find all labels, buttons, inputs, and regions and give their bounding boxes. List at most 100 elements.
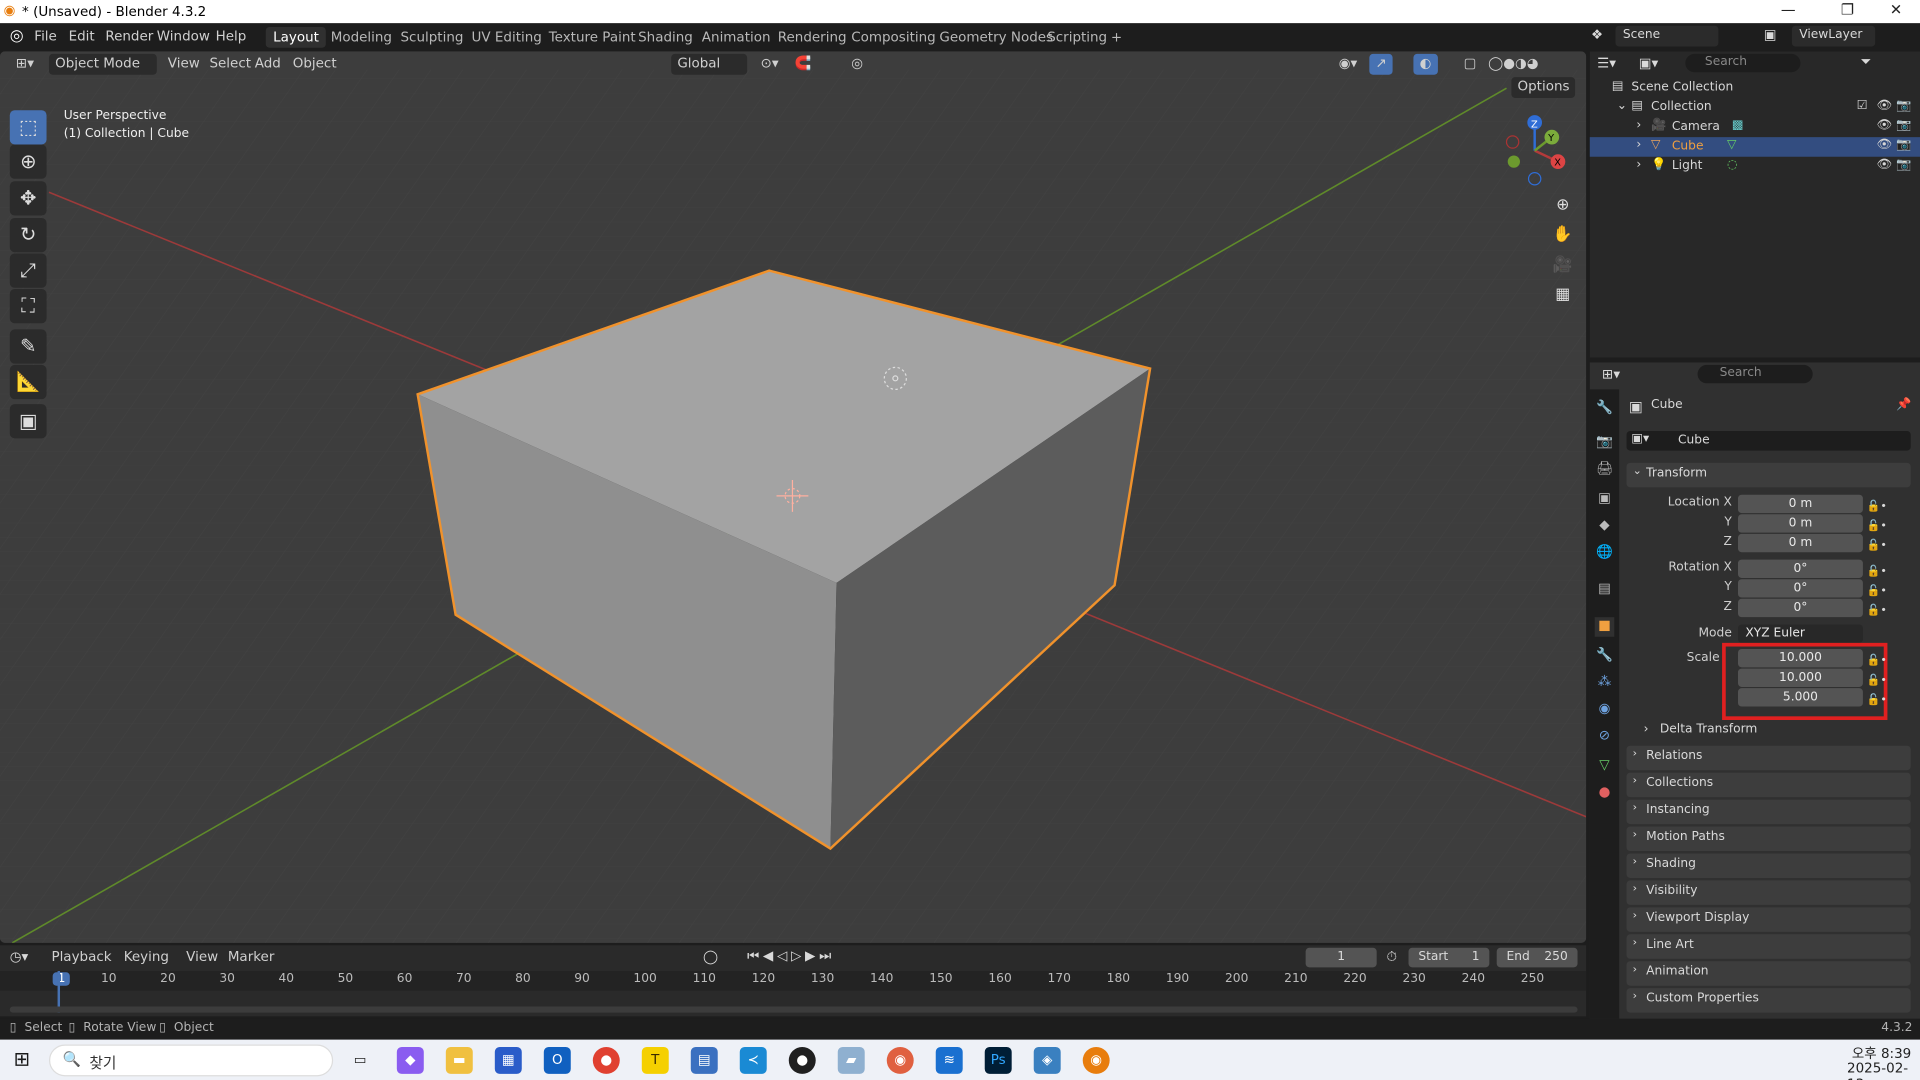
blender-taskbar-icon[interactable]: ◉ [1082, 1046, 1110, 1074]
auto-keying-icon[interactable]: ⏱ [1386, 949, 1397, 966]
add-menu[interactable]: Add [249, 54, 287, 75]
view-menu[interactable]: View [180, 948, 224, 969]
outlook-icon[interactable]: O [543, 1046, 571, 1074]
tab-compositing[interactable]: Compositing [844, 27, 943, 48]
pin-icon[interactable]: 📌 [1896, 398, 1911, 411]
file-explorer-icon[interactable]: ▬ [445, 1046, 473, 1074]
playback-controls-icon[interactable]: ⏮◀◁▷▶⏭ [747, 948, 835, 965]
end-frame-field[interactable]: End 250 [1496, 947, 1578, 968]
pivot-icon[interactable]: ⊙▾ [754, 54, 784, 75]
camera-render-icon[interactable]: 📷 [1896, 158, 1911, 171]
proportional-edit-icon[interactable]: ◎ [845, 54, 869, 75]
object-type-icon[interactable]: ▣▾ [1631, 432, 1649, 445]
location-x-field[interactable]: 0 m [1737, 494, 1863, 514]
move-tool-icon[interactable]: ✥ [9, 181, 47, 216]
zoom-icon[interactable]: ⊕ [1549, 192, 1576, 219]
lock-icons-rotation[interactable]: 🔓• 🔓• 🔓• [1867, 562, 1887, 621]
eye-icon[interactable]: 👁 [1876, 99, 1892, 112]
store-icon[interactable]: ▦ [494, 1046, 522, 1074]
taskbar-search[interactable]: 🔍 찾기 [48, 1044, 334, 1077]
rotation-z-field[interactable]: 0° [1737, 598, 1863, 618]
object-menu[interactable]: Object [287, 54, 343, 75]
scene-selector[interactable]: Scene [1615, 25, 1719, 47]
material-tab-icon[interactable]: ● [1595, 784, 1615, 804]
collection-tab-icon[interactable]: ▤ [1595, 580, 1615, 600]
pan-hand-icon[interactable]: ✋ [1549, 222, 1576, 249]
panel-motion-paths[interactable]: › Motion Paths [1626, 826, 1911, 852]
data-tab-icon[interactable]: ▽ [1595, 757, 1615, 777]
outliner-editor-icon[interactable]: ☰▾ [1597, 55, 1616, 71]
view-layer-tab-icon[interactable]: ▣ [1595, 490, 1615, 510]
camera-render-icon[interactable]: 📷 [1896, 99, 1911, 112]
panel-collections[interactable]: › Collections [1626, 772, 1911, 798]
render-tab-icon[interactable]: 📷 [1595, 433, 1615, 453]
flow-app-icon[interactable]: ≋ [935, 1046, 963, 1074]
outliner-item-cube[interactable]: › ▽ Cube ▽ 👁 📷 [1589, 137, 1920, 157]
perspective-toggle-icon[interactable]: ▦ [1549, 282, 1576, 309]
task-view-icon[interactable]: ▭ [347, 1047, 374, 1074]
lock-icons-scale[interactable]: 🔓• 🔓• 🔓• [1867, 651, 1887, 710]
pc-app-icon[interactable]: ◈ [1033, 1046, 1061, 1074]
timeline-editor[interactable]: ◷▾ Playback Keying View Marker ◯ ⏮◀◁▷▶⏭ … [0, 945, 1587, 1017]
eye-icon[interactable]: 👁 [1876, 138, 1892, 151]
expand-chevron-icon[interactable]: ⌄ [1617, 99, 1627, 112]
menu-window[interactable]: Window [157, 28, 210, 44]
lock-icons-location[interactable]: 🔓• 🔓• 🔓• [1867, 497, 1887, 556]
scale-tool-icon[interactable]: ⤢ [9, 253, 47, 288]
rotation-mode-select[interactable]: XYZ Euler [1737, 624, 1863, 643]
gizmo-toggle-icon[interactable]: ↗ [1369, 53, 1393, 75]
eye-icon[interactable]: 👁 [1876, 119, 1892, 132]
tool-tab-icon[interactable]: 🔧 [1595, 399, 1615, 419]
panel-relations[interactable]: › Relations [1626, 745, 1911, 771]
object-name-field[interactable]: Cube [1626, 431, 1911, 451]
blender-menu-icon[interactable]: ◎ [10, 27, 24, 45]
windows-start-icon[interactable]: ⊞ [13, 1047, 29, 1070]
properties-search-input[interactable]: Search [1697, 364, 1813, 384]
cursor-tool-icon[interactable]: ⊕ [9, 144, 47, 179]
menu-edit[interactable]: Edit [69, 28, 95, 44]
location-y-field[interactable]: 0 m [1737, 514, 1863, 533]
app-icon[interactable]: ▰ [837, 1046, 865, 1074]
menu-help[interactable]: Help [216, 28, 247, 44]
delta-transform-subpanel[interactable]: › Delta Transform [1644, 722, 1758, 735]
copilot-icon[interactable]: ◆ [396, 1046, 424, 1074]
outliner-search-input[interactable]: Search [1685, 53, 1801, 73]
collection-row[interactable]: ⌄ ▤ Collection ☑ 👁 📷 [1590, 98, 1920, 118]
tab-rendering[interactable]: Rendering [770, 27, 853, 48]
vscode-icon[interactable]: ≺ [739, 1046, 767, 1074]
camera-render-icon[interactable]: 📷 [1896, 119, 1911, 132]
checkbox-icon[interactable]: ☑ [1857, 99, 1868, 112]
restore-button[interactable]: ❐ [1841, 1, 1854, 18]
visibility-icon[interactable]: ◉▾ [1333, 54, 1364, 75]
menu-render[interactable]: Render [105, 28, 153, 44]
panel-shading[interactable]: › Shading [1626, 853, 1911, 878]
firefox-icon[interactable]: ◉ [886, 1046, 914, 1074]
add-cube-tool-icon[interactable]: ▣ [9, 404, 47, 439]
tab-shading[interactable]: Shading [631, 27, 700, 48]
panel-visibility[interactable]: › Visibility [1626, 880, 1911, 905]
scene-collection-row[interactable]: ▤ Scene Collection [1590, 78, 1920, 98]
modifier-tab-icon[interactable]: 🔧 [1595, 647, 1615, 667]
tab-layout[interactable]: Layout [265, 26, 327, 48]
transform-tool-icon[interactable]: ⛶ [9, 288, 47, 324]
photoshop-icon[interactable]: Ps [984, 1046, 1012, 1074]
calculator-icon[interactable]: ▤ [690, 1046, 718, 1074]
location-z-field[interactable]: 0 m [1737, 533, 1863, 553]
outliner-item-light[interactable]: › 💡 Light ◌ 👁 📷 [1590, 157, 1920, 177]
annotate-tool-icon[interactable]: ✎ [9, 329, 47, 364]
rotate-tool-icon[interactable]: ↻ [9, 217, 47, 253]
minimize-button[interactable]: — [1781, 1, 1796, 18]
tab-sculpting[interactable]: Sculpting [393, 27, 471, 48]
overlay-toggle-icon[interactable]: ◐ [1413, 53, 1438, 75]
output-tab-icon[interactable]: 🖨 [1595, 460, 1615, 480]
marker-menu[interactable]: Marker [222, 948, 281, 969]
chrome-icon[interactable]: ● [592, 1046, 620, 1074]
tab-uv-editing[interactable]: UV Editing [464, 27, 549, 48]
panel-animation[interactable]: › Animation [1626, 961, 1911, 986]
constraints-tab-icon[interactable]: ⊘ [1595, 727, 1615, 747]
panel-custom-properties[interactable]: › Custom Properties [1626, 988, 1911, 1013]
tab-texture-paint[interactable]: Texture Paint [541, 27, 643, 48]
measure-tool-icon[interactable]: 📐 [9, 364, 47, 400]
kakaotalk-icon[interactable]: T [641, 1046, 669, 1074]
particles-tab-icon[interactable]: ⁂ [1595, 673, 1615, 693]
